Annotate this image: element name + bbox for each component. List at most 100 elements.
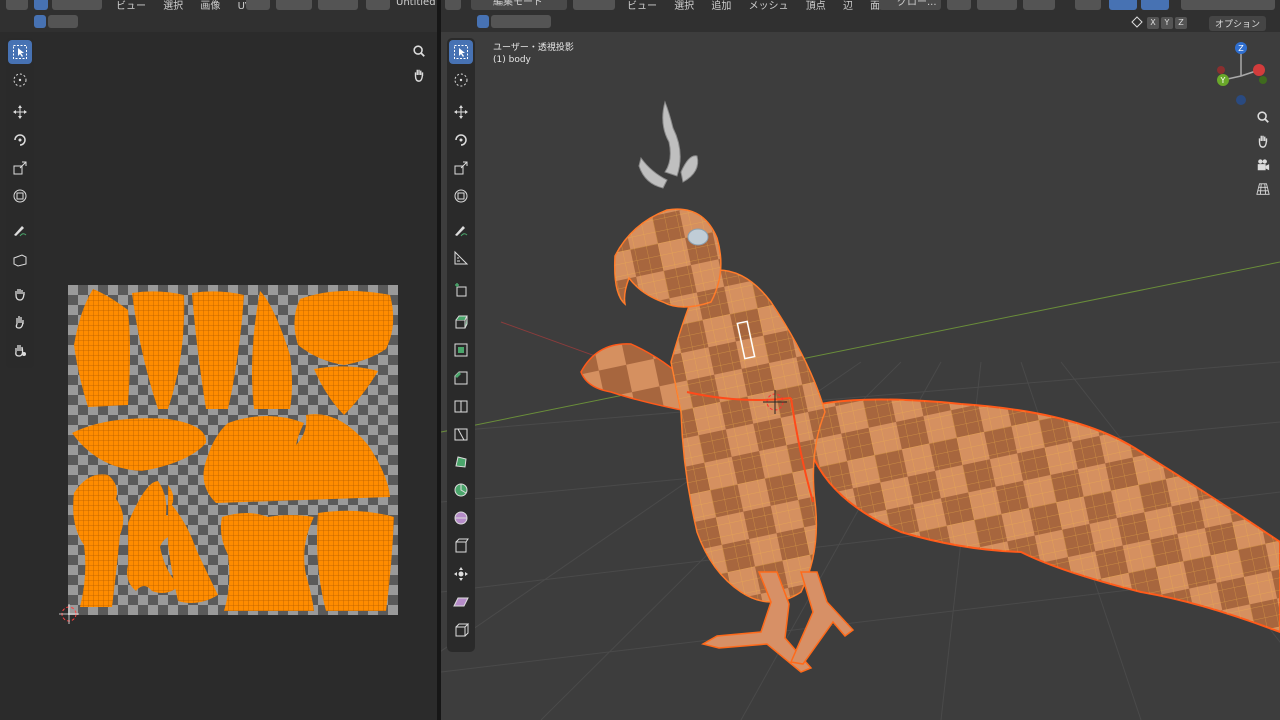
transform-tool[interactable]	[8, 184, 32, 208]
select-mode-buttons[interactable]	[52, 0, 102, 10]
menu-view[interactable]: ビュー	[116, 1, 146, 12]
scale-icon	[13, 161, 27, 175]
add-cube-tool[interactable]	[449, 278, 473, 302]
pivot-dropdown[interactable]	[246, 0, 270, 10]
cursor-icon	[13, 73, 27, 87]
move-tool[interactable]	[8, 100, 32, 124]
cursor-tool[interactable]	[449, 68, 473, 92]
rotate-icon	[14, 134, 26, 146]
options-dropdown[interactable]: オプション	[1209, 16, 1267, 31]
rotate-tool[interactable]	[8, 128, 32, 152]
viewport-type-button[interactable]	[445, 0, 461, 10]
select-box-tool[interactable]	[449, 40, 473, 64]
pan-hand-icon	[1258, 135, 1268, 148]
view-object-types[interactable]	[1075, 0, 1101, 10]
rip-region-tool[interactable]	[8, 248, 32, 272]
rotate-tool[interactable]	[449, 128, 473, 152]
menu-add[interactable]: 追加	[711, 1, 731, 12]
annotate-tool[interactable]	[8, 218, 32, 242]
transform-icon	[13, 189, 27, 203]
annotate-tool[interactable]	[449, 218, 473, 242]
zoom-button[interactable]	[1252, 106, 1274, 128]
spin-tool[interactable]	[449, 478, 473, 502]
navigation-gizmo[interactable]: Z Y	[1209, 38, 1279, 108]
transform-orientation-dropdown[interactable]: グロー...	[879, 0, 941, 10]
mode-dropdown[interactable]: 編集モード	[471, 0, 567, 10]
edge-face-select-mode[interactable]	[48, 15, 78, 28]
uv-texture-canvas[interactable]	[68, 285, 398, 615]
scale-tool[interactable]	[8, 156, 32, 180]
pivot-point-dropdown[interactable]	[947, 0, 971, 10]
menu-vertex[interactable]: 頂点	[806, 1, 826, 12]
viewport-scene[interactable]	[441, 32, 1280, 720]
proportional-edit-dropdown[interactable]	[318, 0, 358, 10]
uv-editor[interactable]: ビュー 選択 画像 UV Untitled	[0, 0, 437, 720]
shear-tool[interactable]	[449, 590, 473, 614]
menu-view[interactable]: ビュー	[627, 1, 657, 12]
shrink-fatten-tool[interactable]	[449, 562, 473, 586]
poly-build-icon	[455, 456, 467, 468]
cursor-icon	[454, 73, 468, 87]
grab-tool[interactable]	[8, 282, 32, 306]
menu-image[interactable]: 画像	[200, 1, 220, 12]
pan-button[interactable]	[1252, 130, 1274, 152]
relax-tool[interactable]	[8, 310, 32, 334]
mirror-z-toggle[interactable]: Z	[1175, 17, 1187, 29]
scale-tool[interactable]	[449, 156, 473, 180]
perspective-toggle[interactable]	[1252, 178, 1274, 200]
pan-button[interactable]	[408, 64, 430, 86]
overlay-toggle[interactable]	[1141, 0, 1169, 10]
spin-icon	[454, 483, 468, 497]
vertex-select-mode[interactable]	[34, 15, 46, 28]
edge-face-select-buttons[interactable]	[491, 15, 551, 28]
proportional-editing-dropdown[interactable]	[1023, 0, 1055, 10]
active-object-name: (1) body	[493, 55, 531, 65]
vertex-select-button[interactable]	[477, 15, 489, 28]
select-box-tool[interactable]	[8, 40, 32, 64]
mirror-y-toggle[interactable]: Y	[1161, 17, 1173, 29]
eye	[687, 228, 709, 246]
rip-icon	[13, 254, 27, 267]
bevel-icon	[454, 371, 468, 385]
pinch-tool[interactable]	[8, 338, 32, 362]
mirror-x-toggle[interactable]: X	[1147, 17, 1159, 29]
move-tool[interactable]	[449, 100, 473, 124]
zoom-button[interactable]	[408, 40, 430, 62]
measure-tool[interactable]	[449, 246, 473, 270]
knife-tool[interactable]	[449, 422, 473, 446]
image-browse-dropdown[interactable]	[366, 0, 390, 10]
2d-cursor[interactable]	[55, 600, 83, 628]
loop-cut-tool[interactable]	[449, 394, 473, 418]
shading-mode-buttons[interactable]	[1181, 0, 1275, 10]
menu-select[interactable]: 選択	[163, 1, 183, 12]
snapping-dropdown[interactable]	[977, 0, 1017, 10]
edge-slide-tool[interactable]	[449, 534, 473, 558]
inset-faces-tool[interactable]	[449, 338, 473, 362]
poly-build-tool[interactable]	[449, 450, 473, 474]
snap-dropdown[interactable]	[276, 0, 312, 10]
cursor-tool[interactable]	[8, 68, 32, 92]
menu-edge[interactable]: 辺	[843, 1, 853, 12]
gizmo-neg-x	[1217, 66, 1225, 74]
menu-mesh[interactable]: メッシュ	[749, 1, 789, 12]
3d-viewport[interactable]: 編集モード ビュー 選択 追加 メッシュ 頂点 辺 面 UV グロー... X …	[441, 0, 1280, 720]
edge-slide-icon	[455, 538, 469, 553]
bird-mesh	[580, 100, 1280, 673]
transform-tool[interactable]	[449, 184, 473, 208]
add-cube-icon	[455, 283, 467, 297]
editor-type-button[interactable]	[6, 0, 28, 10]
gizmo-toggle[interactable]	[1109, 0, 1137, 10]
select-box-icon	[454, 45, 468, 59]
rip-tool[interactable]	[449, 618, 473, 642]
smooth-tool[interactable]	[449, 506, 473, 530]
extrude-icon	[455, 315, 468, 329]
select-mode-group[interactable]	[573, 0, 615, 10]
shrink-fatten-icon	[454, 567, 468, 581]
menu-select[interactable]: 選択	[674, 1, 694, 12]
camera-view-button[interactable]	[1252, 154, 1274, 176]
bevel-tool[interactable]	[449, 366, 473, 390]
viewport-header: 編集モード ビュー 選択 追加 メッシュ 頂点 辺 面 UV グロー... X …	[441, 0, 1280, 32]
sync-selection-toggle[interactable]	[34, 0, 48, 10]
image-name[interactable]: Untitled	[396, 0, 436, 8]
extrude-tool[interactable]	[449, 310, 473, 334]
